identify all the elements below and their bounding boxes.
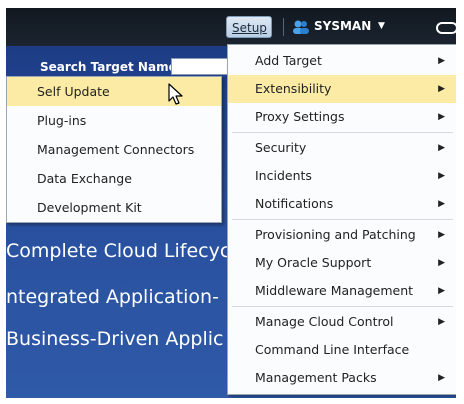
banner-line-3: Business-Driven Applic	[6, 328, 224, 350]
setup-menu: Add Target ▶ Extensibility ▶ Proxy Setting…	[227, 44, 456, 395]
mouse-pointer-icon	[168, 83, 183, 105]
submenu-arrow-icon: ▶	[438, 56, 445, 66]
menu-item-label: Add Target	[255, 53, 322, 68]
menu-item-middleware-management[interactable]: Middleware Management ▶	[228, 277, 456, 305]
submenu-arrow-icon: ▶	[438, 171, 445, 181]
menu-item-management-connectors[interactable]: Management Connectors	[7, 135, 221, 164]
menu-item-label: Management Packs	[255, 370, 377, 385]
menu-item-label: Proxy Settings	[255, 109, 345, 124]
menu-item-add-target[interactable]: Add Target ▶	[228, 47, 456, 75]
menu-divider	[232, 132, 453, 133]
menu-item-provisioning-and-patching[interactable]: Provisioning and Patching ▶	[228, 221, 456, 249]
console-window: Setup ▼ SYSMAN ▼ Search Target Name Comp…	[6, 8, 456, 398]
menu-item-label: Notifications	[255, 196, 334, 211]
submenu-arrow-icon: ▶	[438, 143, 445, 153]
menu-item-label: Command Line Interface	[255, 342, 410, 357]
top-bar: Setup ▼ SYSMAN ▼	[6, 8, 456, 59]
submenu-arrow-icon: ▶	[438, 258, 445, 268]
divider	[283, 18, 284, 36]
menu-item-incidents[interactable]: Incidents ▶	[228, 162, 456, 190]
search-input[interactable]	[171, 58, 231, 75]
menu-item-extensibility[interactable]: Extensibility ▶	[228, 75, 456, 103]
menu-item-development-kit[interactable]: Development Kit	[7, 193, 221, 222]
user-menu-button[interactable]: SYSMAN	[314, 19, 371, 33]
submenu-arrow-icon: ▶	[438, 199, 445, 209]
menu-item-proxy-settings[interactable]: Proxy Settings ▶	[228, 103, 456, 131]
menu-item-manage-cloud-control[interactable]: Manage Cloud Control ▶	[228, 308, 456, 336]
menu-item-my-oracle-support[interactable]: My Oracle Support ▶	[228, 249, 456, 277]
menu-item-plug-ins[interactable]: Plug-ins	[7, 106, 221, 135]
menu-divider	[232, 306, 453, 307]
menu-item-self-update[interactable]: Self Update	[7, 77, 221, 106]
banner-line-1: Complete Cloud Lifecyc	[6, 240, 231, 262]
setup-label: Setup	[232, 21, 267, 35]
menu-item-notifications[interactable]: Notifications ▶	[228, 190, 456, 218]
menu-item-label: Manage Cloud Control	[255, 314, 394, 329]
menu-item-management-packs[interactable]: Management Packs ▶	[228, 364, 456, 392]
menu-item-label: Provisioning and Patching	[255, 227, 416, 242]
menu-item-label: Middleware Management	[255, 283, 414, 298]
submenu-arrow-icon: ▶	[438, 230, 445, 240]
menu-divider	[232, 219, 453, 220]
user-icon	[293, 20, 309, 34]
banner-line-2: ntegrated Application-	[6, 286, 219, 308]
submenu-arrow-icon: ▶	[438, 286, 445, 296]
menu-item-label: Extensibility	[255, 81, 332, 96]
extensibility-submenu: Self Update Plug-ins Management Connecto…	[6, 76, 222, 223]
menu-item-data-exchange[interactable]: Data Exchange	[7, 164, 221, 193]
submenu-arrow-icon: ▶	[438, 84, 445, 94]
menu-item-label: Incidents	[255, 168, 312, 183]
submenu-arrow-icon: ▶	[438, 317, 445, 327]
setup-menu-button[interactable]: Setup ▼	[226, 16, 272, 59]
submenu-arrow-icon: ▶	[438, 112, 445, 122]
menu-item-label: My Oracle Support	[255, 255, 372, 270]
help-icon[interactable]	[436, 22, 456, 34]
search-label: Search Target Name	[40, 60, 177, 74]
menu-item-security[interactable]: Security ▶	[228, 134, 456, 162]
submenu-arrow-icon: ▶	[438, 373, 445, 383]
menu-item-label: Security	[255, 140, 307, 155]
chevron-down-icon[interactable]: ▼	[378, 21, 385, 31]
menu-item-command-line-interface[interactable]: Command Line Interface	[228, 336, 456, 364]
